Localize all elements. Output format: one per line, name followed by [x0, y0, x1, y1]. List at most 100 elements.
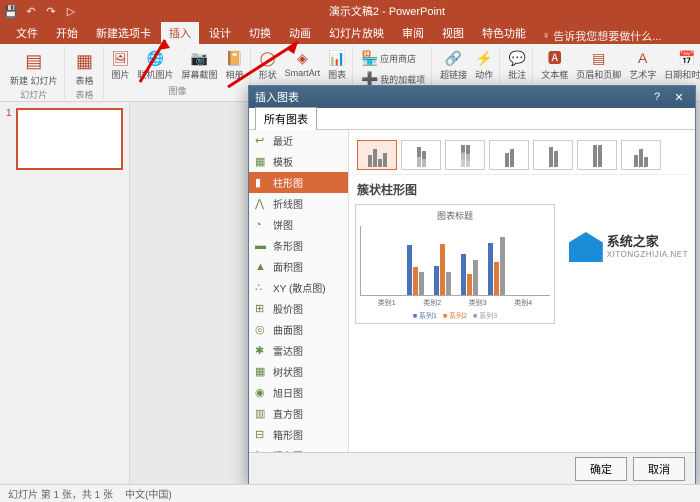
tab-custom[interactable]: 新建选项卡: [88, 22, 159, 44]
insert-chart-dialog: 插入图表 ? ✕ 所有图表 ↩最近▦模板▮柱形图⋀折线图◔饼图▬条形图▲面积图∴…: [248, 85, 696, 485]
chart-category-1[interactable]: ▦模板: [249, 151, 348, 172]
chart-category-7[interactable]: ∴XY (散点图): [249, 277, 348, 298]
category-icon: ⊞: [255, 302, 269, 315]
textbox-button[interactable]: 🅰文本框: [539, 48, 570, 82]
quick-access-toolbar: 💾 ↶ ↷ ▷: [4, 4, 78, 18]
subtype-100stacked[interactable]: [445, 140, 485, 170]
chart-category-12[interactable]: ◉旭日图: [249, 382, 348, 403]
slide-thumbnails: 1: [0, 102, 130, 484]
pictures-button[interactable]: 🖼图片: [110, 48, 132, 82]
date-icon: 📅: [678, 49, 696, 67]
subtype-3d-stacked[interactable]: [533, 140, 573, 170]
shapes-button[interactable]: ◯形状: [257, 48, 279, 82]
chart-category-4[interactable]: ◔饼图: [249, 214, 348, 235]
chart-category-2[interactable]: ▮柱形图: [249, 172, 348, 193]
tab-features[interactable]: 特色功能: [474, 22, 534, 44]
online-pictures-button[interactable]: 🌐联机图片: [136, 48, 176, 82]
subtype-name: 簇状柱形图: [355, 175, 689, 204]
category-label: 股价图: [273, 301, 303, 316]
store-icon: 🏪: [361, 49, 379, 67]
store-button[interactable]: 🏪应用商店: [359, 48, 418, 68]
group-label: 幻灯片: [20, 88, 47, 101]
subtype-3d-100stacked[interactable]: [577, 140, 617, 170]
chart-category-15[interactable]: ⌇瀑布图: [249, 445, 348, 452]
chart-category-10[interactable]: ✱雷达图: [249, 340, 348, 361]
subtype-clustered[interactable]: [357, 140, 397, 170]
group-label: 图像: [169, 84, 187, 97]
category-icon: ◎: [255, 323, 269, 336]
tab-transitions[interactable]: 切换: [241, 22, 279, 44]
datetime-button[interactable]: 📅日期和时间: [662, 48, 700, 82]
group-label: 表格: [76, 88, 94, 101]
category-icon: ∴: [255, 281, 269, 294]
chart-category-0[interactable]: ↩最近: [249, 130, 348, 151]
status-language: 中文(中国): [125, 486, 172, 501]
category-label: 直方图: [273, 406, 303, 421]
chart-button[interactable]: 📊图表: [326, 48, 348, 82]
dialog-titlebar: 插入图表 ? ✕: [249, 86, 695, 108]
category-label: 曲面图: [273, 322, 303, 337]
group-images: 🖼图片 🌐联机图片 📷屏幕截图 📔相册 图像: [106, 46, 251, 99]
chart-category-11[interactable]: ▦树状图: [249, 361, 348, 382]
category-icon: ▥: [255, 407, 269, 420]
tab-file[interactable]: 文件: [8, 22, 46, 44]
tab-home[interactable]: 开始: [48, 22, 86, 44]
comment-button[interactable]: 💬批注: [506, 48, 528, 82]
screenshot-button[interactable]: 📷屏幕截图: [180, 48, 220, 82]
chart-category-9[interactable]: ◎ 曲面图: [249, 319, 348, 340]
chart-icon: 📊: [328, 49, 346, 67]
header-footer-button[interactable]: ▤页眉和页脚: [574, 48, 623, 82]
subtype-3d-clustered[interactable]: [489, 140, 529, 170]
new-slide-button[interactable]: ▤新建 幻灯片: [8, 48, 60, 88]
save-icon[interactable]: 💾: [4, 4, 18, 18]
lightbulb-icon: ♀: [542, 30, 550, 42]
dialog-body: ↩最近▦模板▮柱形图⋀折线图◔饼图▬条形图▲面积图∴XY (散点图) ⊞ 股价图 ◎ 曲…: [249, 130, 695, 452]
tab-insert[interactable]: 插入: [161, 22, 199, 44]
status-slide-info: 幻灯片 第 1 张，共 1 张: [8, 486, 113, 501]
chart-category-5[interactable]: ▬条形图: [249, 235, 348, 256]
undo-icon[interactable]: ↶: [24, 4, 38, 18]
header-icon: ▤: [590, 49, 608, 67]
thumbnail-slide-1[interactable]: 1: [6, 108, 123, 170]
dialog-help-icon[interactable]: ?: [647, 91, 667, 104]
action-icon: ⚡: [475, 49, 493, 67]
tab-animations[interactable]: 动画: [281, 22, 319, 44]
smartart-button[interactable]: ◈SmartArt: [283, 48, 323, 79]
chart-category-6[interactable]: ▲面积图: [249, 256, 348, 277]
category-label: 面积图: [273, 259, 303, 274]
action-button[interactable]: ⚡动作: [473, 48, 495, 82]
photo-album-button[interactable]: 📔相册: [224, 48, 246, 82]
chart-preview-panel: 簇状柱形图 图表标题 类别1类别2类别3类别4 系列1系列2系列3: [349, 130, 695, 452]
ok-button[interactable]: 确定: [575, 457, 627, 481]
chart-category-3[interactable]: ⋀折线图: [249, 193, 348, 214]
dialog-tab-all[interactable]: 所有图表: [255, 107, 317, 130]
tell-me[interactable]: ♀ 告诉我您想要做什么...: [542, 28, 661, 44]
tab-review[interactable]: 审阅: [394, 22, 432, 44]
category-icon: ▬: [255, 240, 269, 252]
comment-icon: 💬: [508, 49, 526, 67]
chart-category-13[interactable]: ▥ 直方图: [249, 403, 348, 424]
group-tables: ▦表格 表格: [67, 46, 104, 99]
wordart-button[interactable]: А艺术字: [627, 48, 658, 82]
table-icon: ▦: [73, 49, 97, 73]
tab-design[interactable]: 设计: [201, 22, 239, 44]
chart-category-14[interactable]: ⊟箱形图: [249, 424, 348, 445]
subtype-stacked[interactable]: [401, 140, 441, 170]
redo-icon[interactable]: ↷: [44, 4, 58, 18]
hyperlink-button[interactable]: 🔗超链接: [438, 48, 469, 82]
preview-chart-title: 图表标题: [360, 209, 550, 222]
subtype-3d-column[interactable]: [621, 140, 661, 170]
album-icon: 📔: [226, 49, 244, 67]
tab-view[interactable]: 视图: [434, 22, 472, 44]
group-slides: ▤新建 幻灯片 幻灯片: [4, 46, 65, 99]
table-button[interactable]: ▦表格: [71, 48, 99, 88]
category-label: 柱形图: [273, 175, 303, 190]
start-slideshow-icon[interactable]: ▷: [64, 4, 78, 18]
dialog-title: 插入图表: [255, 89, 299, 105]
category-icon: ✱: [255, 344, 269, 357]
chart-category-8[interactable]: ⊞ 股价图: [249, 298, 348, 319]
dialog-close-icon[interactable]: ✕: [669, 91, 689, 104]
dialog-footer: 确定 取消: [249, 452, 695, 484]
cancel-button[interactable]: 取消: [633, 457, 685, 481]
tab-slideshow[interactable]: 幻灯片放映: [321, 22, 392, 44]
